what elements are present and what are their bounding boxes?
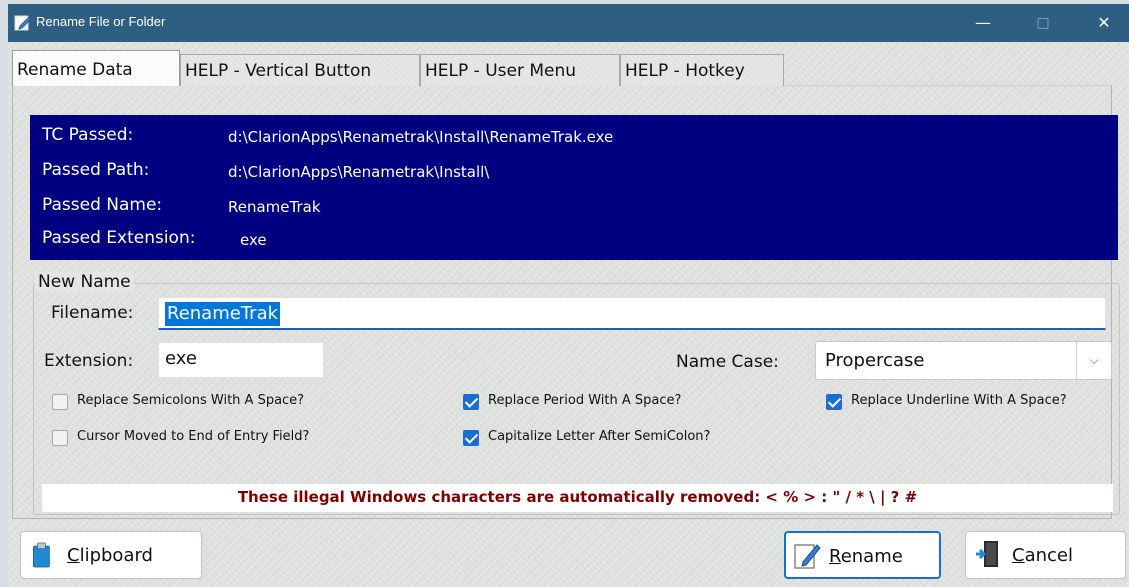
clipboard-button[interactable]: Clipboard	[20, 531, 202, 579]
name-case-label: Name Case:	[676, 352, 779, 372]
checkbox-box[interactable]	[52, 394, 68, 410]
filename-input[interactable]: RenameTrak	[158, 297, 1106, 330]
passed-name-label: Passed Name:	[42, 195, 163, 215]
passed-path-value: d:\ClarionApps\Renametrak\Install\	[228, 163, 490, 181]
tc-passed-value: d:\ClarionApps\Renametrak\Install\Rename…	[228, 128, 614, 146]
extension-input[interactable]: exe	[158, 342, 324, 378]
checkbox-box[interactable]	[826, 394, 842, 410]
rename-label-rest: ename	[840, 546, 903, 567]
minimize-button[interactable]: —	[960, 4, 1006, 42]
checkbox-label: Replace Underline With A Space?	[851, 393, 1067, 408]
passed-extension-label: Passed Extension:	[42, 228, 196, 248]
extension-label: Extension:	[44, 351, 134, 371]
cancel-button[interactable]: Cancel	[965, 531, 1126, 579]
clipboard-label: Clipboard	[67, 545, 153, 566]
passed-extension-value: exe	[240, 231, 267, 249]
cancel-label: Cancel	[1012, 545, 1073, 566]
cancel-label-rest: ancel	[1024, 545, 1073, 566]
checkbox-box[interactable]	[52, 430, 68, 446]
clipboard-label-rest: lipboard	[79, 545, 153, 566]
passed-info-panel: TC Passed: d:\ClarionApps\Renametrak\Ins…	[30, 115, 1118, 260]
tab-rename-data[interactable]: Rename Data	[12, 50, 180, 86]
passed-name-value: RenameTrak	[228, 198, 321, 216]
rename-icon	[794, 544, 821, 569]
rename-label: Rename	[829, 546, 903, 567]
maximize-button[interactable]: □	[1020, 4, 1066, 42]
tab-help-hotkey[interactable]: HELP - Hotkey	[620, 54, 784, 86]
new-name-legend: New Name	[35, 272, 134, 292]
checkbox-box[interactable]	[463, 394, 479, 410]
rename-mnemonic: R	[829, 546, 841, 567]
rename-app-icon	[14, 15, 32, 31]
illegal-characters-notice: These illegal Windows characters are aut…	[42, 484, 1113, 512]
tab-help-vertical-button[interactable]: HELP - Vertical Button	[180, 54, 420, 86]
close-button[interactable]: ✕	[1081, 4, 1127, 42]
chevron-down-icon[interactable]: ⌵	[1076, 342, 1111, 379]
checkbox-label: Replace Semicolons With A Space?	[77, 393, 305, 408]
tab-help-user-menu[interactable]: HELP - User Menu	[420, 54, 620, 86]
clipboard-icon	[33, 542, 50, 568]
filename-label: Filename:	[51, 303, 134, 323]
clipboard-mnemonic: C	[67, 545, 80, 566]
exit-door-icon	[976, 541, 998, 567]
passed-path-label: Passed Path:	[42, 160, 150, 180]
checkbox-box[interactable]	[463, 430, 479, 446]
checkbox-label: Replace Period With A Space?	[488, 393, 682, 408]
name-case-select[interactable]: Propercase ⌵	[815, 341, 1112, 380]
rename-button[interactable]: Rename	[784, 531, 941, 579]
checkbox-label: Capitalize Letter After SemiColon?	[488, 429, 711, 444]
filename-selected-text: RenameTrak	[165, 302, 281, 326]
checkbox-label: Cursor Moved to End of Entry Field?	[77, 429, 310, 444]
tc-passed-label: TC Passed:	[42, 125, 134, 145]
window-title: Rename File or Folder	[36, 14, 166, 29]
cancel-mnemonic: C	[1012, 545, 1025, 566]
name-case-value: Propercase	[825, 350, 925, 371]
title-bar[interactable]: Rename File or Folder — □ ✕	[8, 4, 1129, 42]
